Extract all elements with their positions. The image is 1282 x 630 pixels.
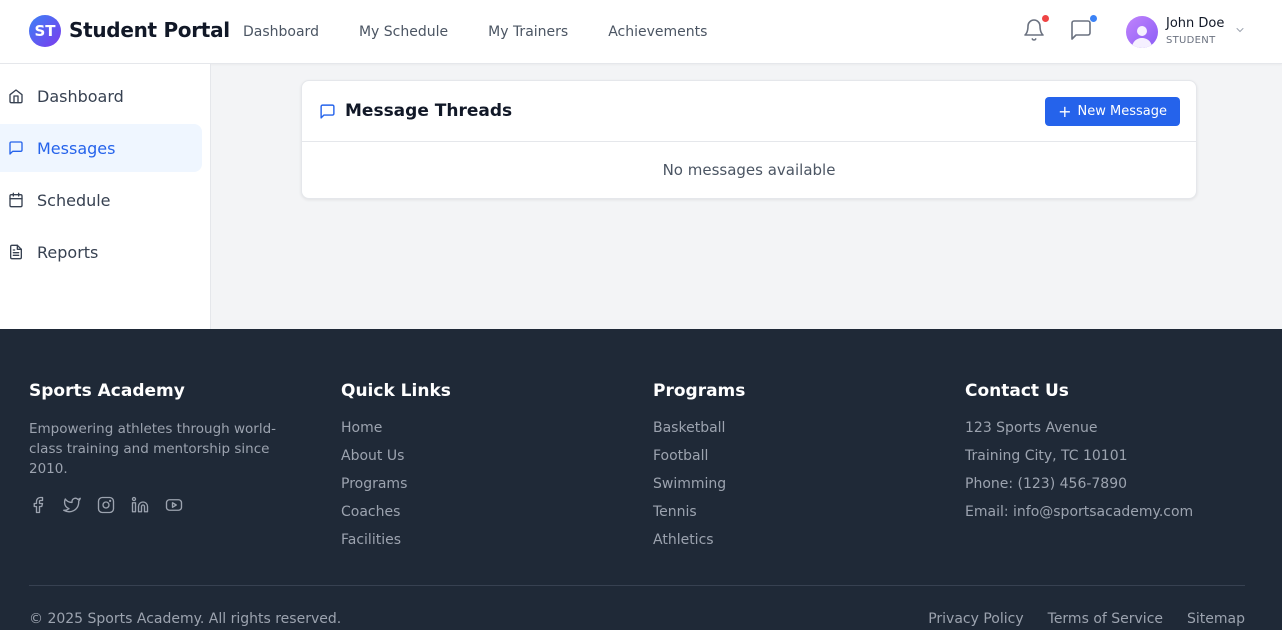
copyright: © 2025 Sports Academy. All rights reserv… (29, 611, 342, 627)
user-menu[interactable]: John Doe STUDENT (1126, 14, 1246, 50)
avatar (1126, 16, 1158, 48)
footer-link-facilities[interactable]: Facilities (341, 531, 641, 559)
user-icon (1132, 26, 1152, 48)
home-icon (9, 89, 23, 104)
sidebar-item-label: Schedule (37, 190, 111, 210)
message-dot (1090, 15, 1097, 22)
notification-dot (1042, 15, 1049, 22)
footer-divider (29, 585, 1245, 586)
top-header: ST Student Portal Dashboard My Schedule … (0, 0, 1282, 64)
user-role: STUDENT (1166, 35, 1216, 46)
top-nav: Dashboard My Schedule My Trainers Achiev… (223, 0, 727, 64)
card-header: Message Threads + New Message (302, 81, 1196, 142)
footer: Sports Academy Empowering athletes throu… (0, 329, 1282, 630)
sidebar-item-messages[interactable]: Messages (0, 124, 202, 172)
footer-link-coaches[interactable]: Coaches (341, 503, 641, 531)
sidebar-item-schedule[interactable]: Schedule (0, 176, 202, 224)
program-link-tennis[interactable]: Tennis (653, 503, 953, 531)
user-name: John Doe (1166, 16, 1225, 31)
brand-title[interactable]: Student Portal (69, 18, 230, 42)
footer-programs: Programs Basketball Football Swimming Te… (653, 381, 953, 559)
programs-title: Programs (653, 381, 746, 401)
youtube-icon[interactable] (165, 496, 183, 514)
footer-quick-links: Quick Links Home About Us Programs Coach… (341, 381, 641, 559)
twitter-icon[interactable] (63, 496, 81, 514)
social-links (29, 496, 329, 514)
message-icon (9, 141, 23, 155)
calendar-icon (9, 192, 23, 208)
program-link-basketball[interactable]: Basketball (653, 419, 953, 447)
document-icon (10, 244, 22, 260)
nav-my-schedule[interactable]: My Schedule (339, 24, 468, 40)
contact-city: Training City, TC 10101 (965, 448, 1128, 464)
sidebar-item-dashboard[interactable]: Dashboard (0, 72, 202, 120)
instagram-icon[interactable] (97, 496, 115, 514)
message-threads-card: Message Threads + New Message No message… (301, 80, 1197, 199)
new-message-label: New Message (1077, 104, 1167, 119)
sidebar-item-label: Reports (37, 242, 99, 262)
legal-links: Privacy Policy Terms of Service Sitemap (904, 611, 1245, 627)
bell-icon (1024, 19, 1044, 41)
footer-contact: Contact Us 123 Sports Avenue Training Ci… (965, 381, 1265, 531)
footer-link-programs[interactable]: Programs (341, 475, 641, 503)
messages-button[interactable] (1069, 15, 1097, 44)
contact-email[interactable]: Email: info@sportsacademy.com (965, 503, 1265, 531)
program-link-football[interactable]: Football (653, 447, 953, 475)
sitemap-link[interactable]: Sitemap (1187, 611, 1245, 627)
new-message-button[interactable]: + New Message (1045, 97, 1180, 126)
card-title: Message Threads (345, 101, 513, 121)
program-link-athletics[interactable]: Athletics (653, 531, 953, 559)
linkedin-icon[interactable] (131, 496, 149, 514)
privacy-policy-link[interactable]: Privacy Policy (928, 611, 1023, 627)
sidebar-item-label: Dashboard (37, 86, 124, 106)
nav-dashboard[interactable]: Dashboard (223, 24, 339, 40)
sidebar-item-reports[interactable]: Reports (0, 228, 202, 276)
chat-icon (1071, 20, 1091, 40)
logo-badge[interactable]: ST (29, 15, 61, 47)
footer-link-home[interactable]: Home (341, 419, 641, 447)
facebook-icon[interactable] (29, 496, 47, 514)
contact-phone: Phone: (123) 456-7890 (965, 476, 1128, 492)
message-icon (320, 104, 335, 119)
quick-links-title: Quick Links (341, 381, 451, 401)
nav-my-trainers[interactable]: My Trainers (468, 24, 588, 40)
contact-title: Contact Us (965, 381, 1069, 401)
nav-achievements[interactable]: Achievements (588, 24, 727, 40)
footer-description: Empowering athletes through world-class … (29, 421, 277, 477)
empty-state-text: No messages available (662, 161, 836, 179)
plus-icon: + (1058, 101, 1072, 121)
sidebar: Dashboard Messages Schedule Reports (0, 64, 211, 329)
notifications-button[interactable] (1022, 15, 1049, 44)
program-link-swimming[interactable]: Swimming (653, 475, 953, 503)
terms-of-service-link[interactable]: Terms of Service (1048, 611, 1163, 627)
contact-address: 123 Sports Avenue (965, 420, 1098, 436)
chevron-down-icon (1236, 28, 1244, 33)
footer-about: Sports Academy Empowering athletes throu… (29, 381, 329, 514)
footer-brand-title: Sports Academy (29, 381, 185, 401)
sidebar-item-label: Messages (37, 138, 116, 158)
footer-link-about[interactable]: About Us (341, 447, 641, 475)
